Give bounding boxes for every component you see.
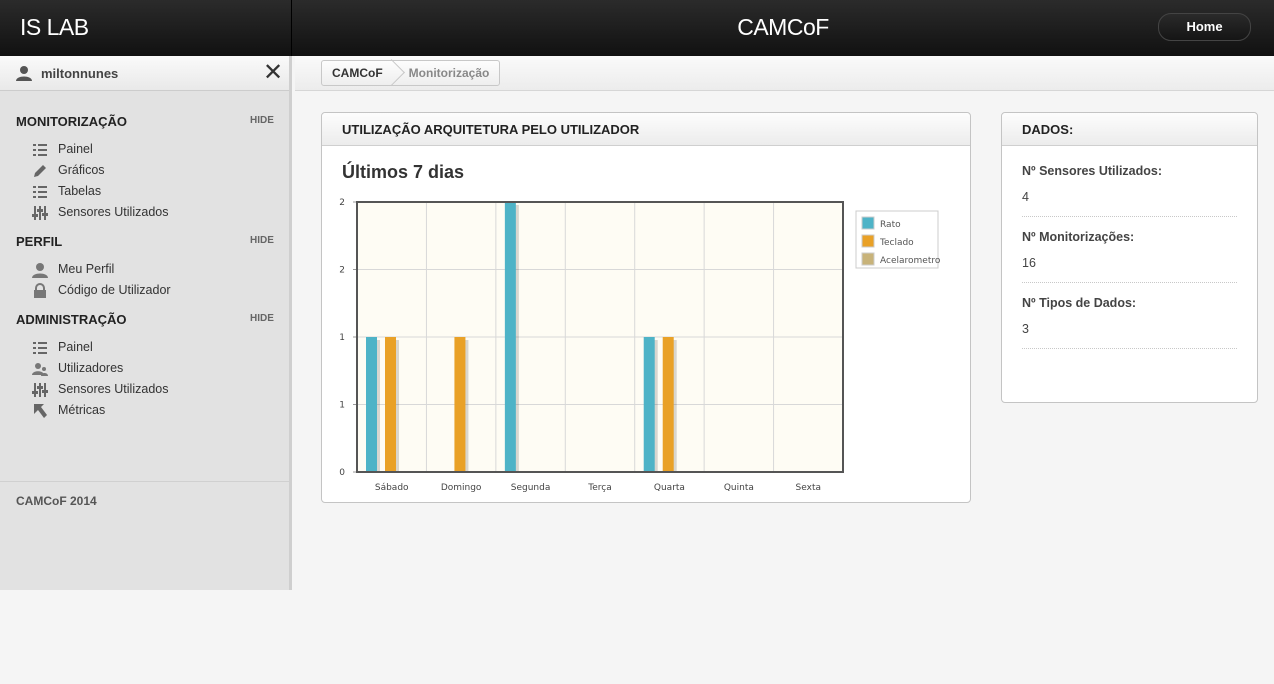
section-title-administracao: ADMINISTRAÇÃO [16, 312, 127, 327]
list-icon [33, 186, 47, 198]
sidebar-item-meu-perfil[interactable]: Meu Perfil [32, 260, 272, 280]
list-icon [33, 342, 47, 354]
section-title-perfil: PERFIL [16, 234, 63, 249]
sidebar-item-painel[interactable]: Painel [32, 140, 272, 160]
bar-chart: 0 1 1 2 2 Sábado Domingo Segunda Terça Quarta Quin… [339, 198, 941, 493]
sidebar-divider [0, 481, 289, 482]
legend-label: Teclado [879, 238, 914, 248]
legend-swatch [861, 234, 875, 248]
bar [643, 337, 655, 472]
user-icon [32, 263, 48, 278]
sidebar-item-label: Meu Perfil [58, 262, 115, 276]
bar [366, 337, 377, 472]
dados-divider [1022, 216, 1237, 217]
sidebar-item-label: Utilizadores [58, 361, 124, 375]
legend-swatch [861, 216, 875, 230]
section-title-monitorizacao: MONITORIZAÇÃO [16, 114, 127, 129]
x-tick-label: Sábado [375, 483, 409, 493]
lock-icon [34, 283, 46, 298]
y-tick-label: 1 [339, 401, 345, 411]
dados-divider [1022, 348, 1237, 349]
legend-label: Rato [880, 220, 901, 230]
sidebar-item-admin-sensores[interactable]: Sensores Utilizados [32, 380, 272, 400]
sidebar-item-sensores-utilizados[interactable]: Sensores Utilizados [32, 203, 272, 223]
sidebar-item-graficos[interactable]: Gráficos [32, 161, 272, 181]
sidebar-item-label: Sensores Utilizados [58, 382, 169, 396]
sidebar-item-label: Gráficos [58, 163, 105, 177]
sidebar-item-label: Painel [58, 340, 93, 354]
y-tick-label: 1 [339, 333, 345, 343]
dados-label-monitorizacoes: Nº Monitorizações: [1022, 230, 1135, 244]
legend-swatch [861, 252, 875, 266]
sidebar-item-label: Tabelas [58, 184, 102, 198]
cursor-icon [34, 404, 47, 418]
sidebar-item-label: Sensores Utilizados [58, 205, 169, 219]
sliders-icon [32, 206, 48, 220]
breadcrumb: CAMCoF Monitorização [321, 60, 501, 86]
user-icon [16, 66, 32, 81]
y-tick-label: 0 [339, 468, 345, 478]
y-tick-label: 2 [339, 198, 345, 208]
bar [385, 337, 396, 472]
bar [662, 337, 674, 472]
dados-label-tipos: Nº Tipos de Dados: [1022, 296, 1137, 310]
breadcrumb-current: Monitorização [408, 66, 490, 80]
sidebar-item-utilizadores[interactable]: Utilizadores [32, 359, 272, 379]
x-tick-label: Segunda [511, 483, 551, 493]
bar [504, 202, 516, 472]
sidebar-item-codigo-utilizador[interactable]: Código de Utilizador [32, 281, 272, 301]
top-bar: IS LAB CAMCoF Home [0, 0, 1274, 56]
sliders-icon [32, 383, 48, 397]
x-tick-label: Quinta [724, 483, 754, 493]
breadcrumb-home[interactable]: CAMCoF [322, 61, 395, 85]
dados-panel: DADOS: Nº Sensores Utilizados: 4 Nº Moni… [1001, 112, 1258, 403]
close-icon[interactable]: ✕ [263, 60, 283, 86]
x-tick-label: Terça [587, 483, 611, 493]
dados-value-monitorizacoes: 16 [1022, 256, 1036, 270]
sidebar-item-label: Painel [58, 142, 93, 156]
app-title: CAMCoF [737, 14, 829, 40]
sidebar-item-label: Métricas [58, 403, 106, 417]
user-name[interactable]: miltonnunes [41, 66, 118, 81]
brand-area: IS LAB [0, 0, 292, 56]
sidebar-item-admin-painel[interactable]: Painel [32, 338, 272, 358]
dados-panel-header: DADOS: [1002, 113, 1257, 146]
user-row: miltonnunes ✕ [0, 56, 289, 91]
sidebar-item-label: Código de Utilizador [58, 283, 171, 297]
bar [454, 337, 466, 472]
hide-administracao-button[interactable]: HIDE [250, 313, 274, 324]
dados-label-sensores: Nº Sensores Utilizados: [1022, 164, 1163, 178]
sidebar-item-tabelas[interactable]: Tabelas [32, 182, 272, 202]
home-button[interactable]: Home [1158, 13, 1251, 41]
sidebar-item-metricas[interactable]: Métricas [32, 401, 272, 421]
legend-label: Acelarometro [880, 256, 941, 266]
pencil-icon [34, 165, 46, 177]
breadcrumb-bar: CAMCoF Monitorização [295, 56, 1274, 91]
x-tick-label: Domingo [441, 483, 482, 493]
users-icon [32, 363, 48, 376]
dados-divider [1022, 282, 1237, 283]
x-tick-label: Sexta [796, 483, 821, 493]
y-tick-label: 2 [339, 266, 345, 276]
brand-logo-text[interactable]: IS LAB [20, 14, 89, 41]
hide-perfil-button[interactable]: HIDE [250, 235, 274, 246]
list-icon [33, 144, 47, 156]
chart-panel: UTILIZAÇÃO ARQUITETURA PELO UTILIZADOR Ú… [321, 112, 971, 503]
dados-value-tipos: 3 [1022, 322, 1029, 336]
x-tick-label: Quarta [654, 483, 685, 493]
sidebar: miltonnunes ✕ MONITORIZAÇÃO HIDE Painel … [0, 56, 292, 590]
dados-value-sensores: 4 [1022, 190, 1029, 204]
sidebar-footer: CAMCoF 2014 [16, 494, 97, 508]
hide-monitorizacao-button[interactable]: HIDE [250, 115, 274, 126]
dados-panel-title: DADOS: [1022, 122, 1074, 137]
